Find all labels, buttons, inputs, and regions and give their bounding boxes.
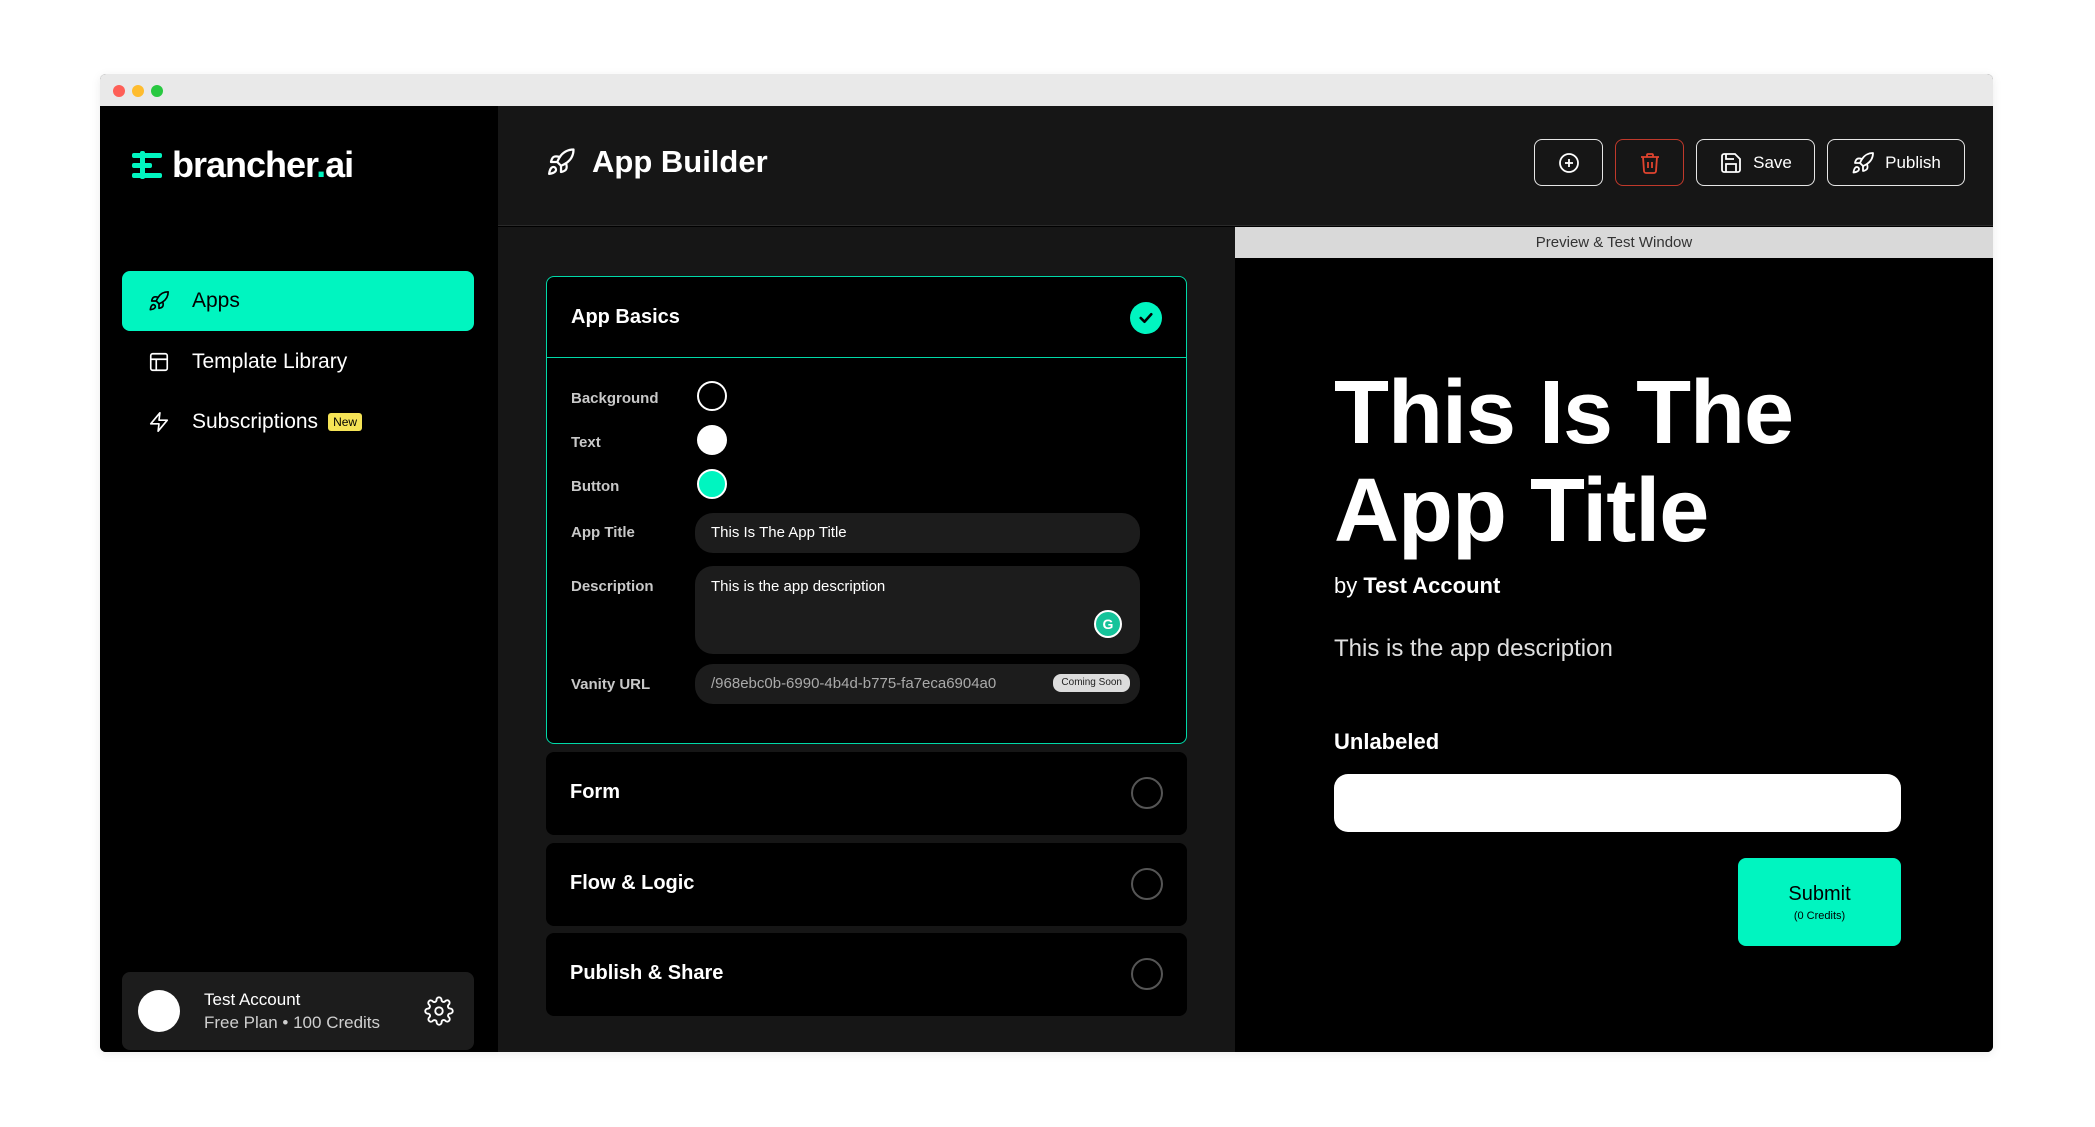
preview-panel: Preview & Test Window This Is The App Ti… bbox=[1235, 227, 1993, 1052]
section-publish-share[interactable]: Publish & Share bbox=[546, 933, 1187, 1016]
save-label: Save bbox=[1753, 152, 1792, 172]
sidebar-item-label: Subscriptions bbox=[192, 410, 319, 433]
new-badge: New bbox=[328, 413, 363, 431]
window-titlebar bbox=[100, 74, 1993, 106]
settings-gear-icon[interactable] bbox=[424, 996, 454, 1026]
top-header: App Builder Save Publish bbox=[498, 106, 1993, 226]
preview-field-input[interactable] bbox=[1334, 774, 1901, 832]
page-title-text: App Builder bbox=[592, 144, 768, 179]
delete-button[interactable] bbox=[1615, 139, 1684, 186]
trash-icon bbox=[1638, 151, 1662, 175]
brancher-logo-icon bbox=[132, 147, 168, 183]
incomplete-status-icon bbox=[1131, 777, 1163, 809]
vanity-url-text: /968ebc0b-6990-4b4d-b775-fa7eca6904a0 bbox=[711, 675, 997, 692]
page-title: App Builder bbox=[546, 144, 768, 180]
sidebar-item-template-library[interactable]: Template Library bbox=[122, 332, 474, 392]
preview-description: This is the app description bbox=[1334, 635, 1613, 662]
vanity-url-label: Vanity URL bbox=[571, 676, 651, 693]
background-color-label: Background bbox=[571, 390, 659, 407]
section-title: App Basics bbox=[571, 306, 680, 328]
sidebar-item-label: Apps bbox=[192, 289, 240, 312]
avatar bbox=[138, 990, 180, 1032]
description-textarea[interactable]: This is the app description G bbox=[695, 566, 1140, 654]
plus-circle-icon bbox=[1557, 151, 1581, 175]
builder-panel: App Basics Background Text Button App Ti… bbox=[498, 227, 1235, 1052]
button-color-label: Button bbox=[571, 478, 620, 495]
submit-label: Submit bbox=[1788, 882, 1851, 905]
incomplete-status-icon bbox=[1131, 958, 1163, 990]
account-name: Test Account bbox=[204, 990, 301, 1009]
preview-bar: Preview & Test Window bbox=[1235, 227, 1993, 258]
incomplete-status-icon bbox=[1131, 868, 1163, 900]
brand-logo[interactable]: brancher.ai bbox=[132, 144, 354, 186]
section-form[interactable]: Form bbox=[546, 752, 1187, 835]
section-flow-logic[interactable]: Flow & Logic bbox=[546, 843, 1187, 926]
grammarly-icon[interactable]: G bbox=[1094, 610, 1122, 638]
save-icon bbox=[1719, 151, 1743, 175]
app-title-input[interactable]: This Is The App Title bbox=[695, 513, 1140, 553]
brand-name: brancher.ai bbox=[172, 144, 354, 185]
rocket-icon bbox=[146, 288, 172, 314]
add-button[interactable] bbox=[1534, 139, 1603, 186]
rocket-icon bbox=[546, 147, 576, 177]
maximize-window-button[interactable] bbox=[151, 85, 163, 97]
section-app-basics: App Basics Background Text Button App Ti… bbox=[546, 276, 1187, 744]
text-color-label: Text bbox=[571, 434, 601, 451]
account-plan: Free Plan • 100 Credits bbox=[204, 1013, 381, 1032]
sidebar-item-apps[interactable]: Apps bbox=[122, 271, 474, 331]
save-button[interactable]: Save bbox=[1696, 139, 1815, 186]
section-title: Publish & Share bbox=[570, 962, 724, 984]
preview-author-name: Test Account bbox=[1363, 573, 1501, 598]
background-color-swatch[interactable] bbox=[697, 381, 727, 411]
sidebar: brancher.ai Apps Template Library Subscr… bbox=[100, 106, 498, 1052]
section-title: Form bbox=[570, 781, 620, 803]
preview-app-title: This Is The App Title bbox=[1334, 363, 1794, 561]
button-color-swatch[interactable] bbox=[697, 469, 727, 499]
app-title-label: App Title bbox=[571, 524, 635, 541]
sidebar-item-subscriptions[interactable]: Subscriptions New bbox=[122, 392, 474, 452]
account-card[interactable]: Test Account Free Plan • 100 Credits bbox=[122, 972, 474, 1050]
text-color-swatch[interactable] bbox=[697, 425, 727, 455]
sidebar-item-label: Template Library bbox=[192, 350, 348, 373]
description-text: This is the app description bbox=[711, 578, 886, 595]
submit-button[interactable]: Submit (0 Credits) bbox=[1738, 858, 1901, 946]
coming-soon-badge: Coming Soon bbox=[1053, 674, 1130, 692]
app-window: brancher.ai Apps Template Library Subscr… bbox=[100, 74, 1993, 1052]
section-header[interactable]: App Basics bbox=[547, 277, 1186, 358]
rocket-icon bbox=[1851, 151, 1875, 175]
lightning-icon bbox=[146, 409, 172, 435]
publish-button[interactable]: Publish bbox=[1827, 139, 1965, 186]
preview-by-text: by bbox=[1334, 573, 1358, 598]
preview-field-label: Unlabeled bbox=[1334, 729, 1440, 754]
checkmark-icon bbox=[1130, 302, 1162, 334]
publish-label: Publish bbox=[1885, 152, 1941, 172]
minimize-window-button[interactable] bbox=[132, 85, 144, 97]
preview-author: by Test Account bbox=[1334, 573, 1500, 599]
vanity-url-input: /968ebc0b-6990-4b4d-b775-fa7eca6904a0 Co… bbox=[695, 664, 1140, 704]
layout-icon bbox=[146, 349, 172, 375]
close-window-button[interactable] bbox=[113, 85, 125, 97]
section-title: Flow & Logic bbox=[570, 872, 695, 894]
submit-credits: (0 Credits) bbox=[1793, 909, 1846, 922]
description-label: Description bbox=[571, 578, 654, 595]
